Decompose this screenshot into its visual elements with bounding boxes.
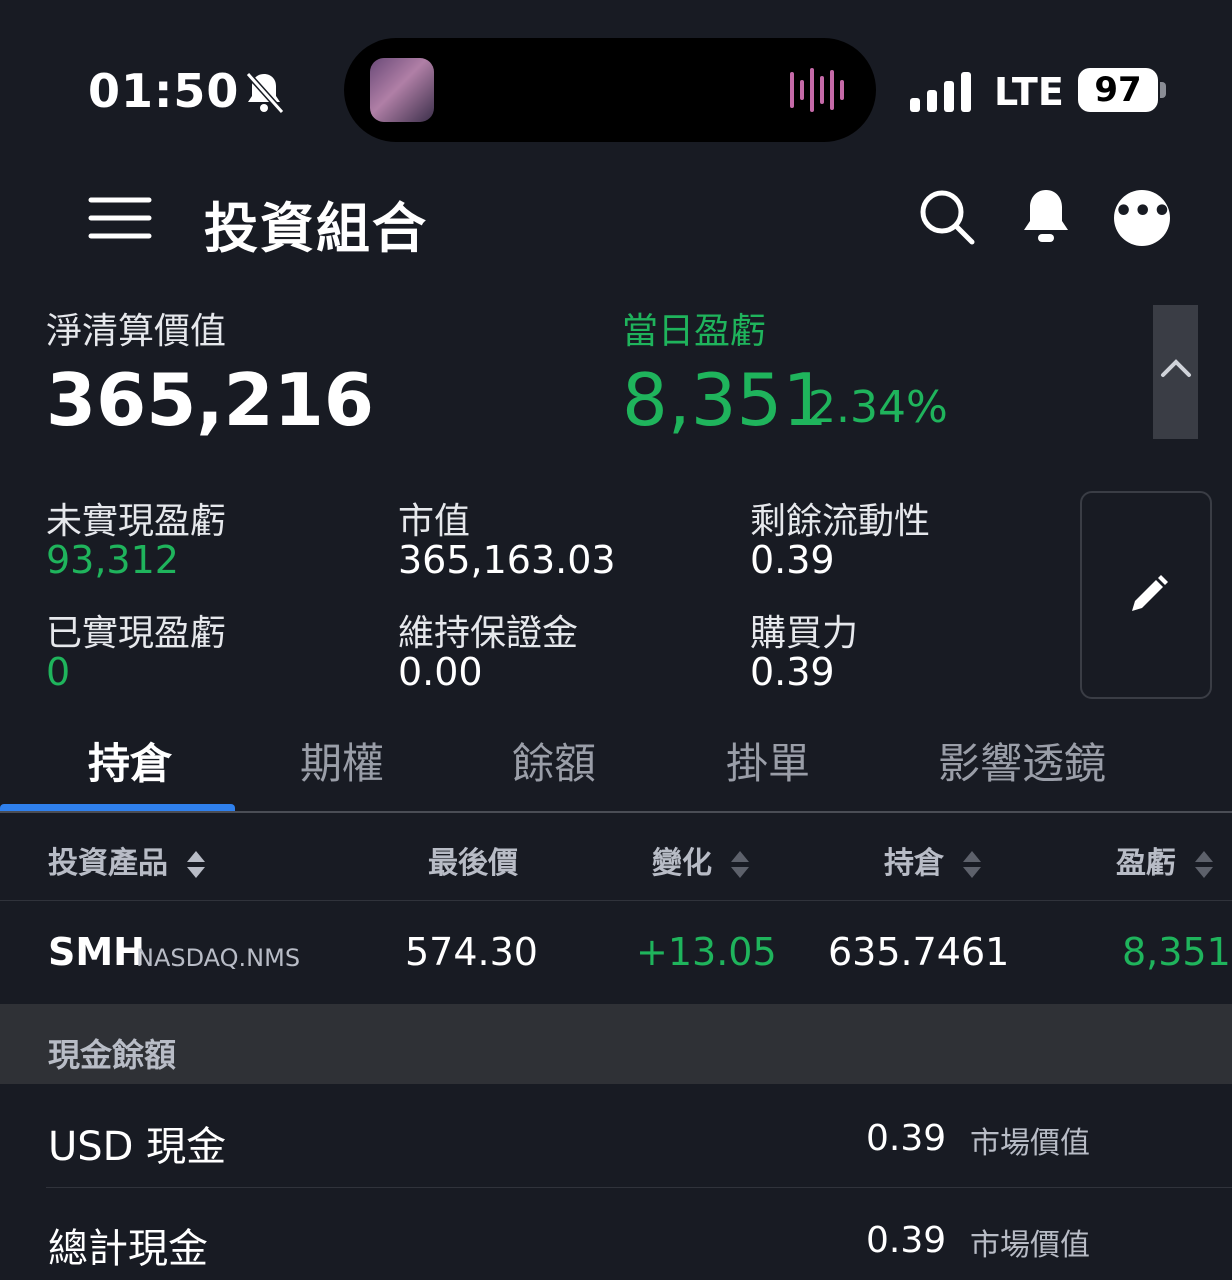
cash-section-header	[0, 1004, 1232, 1084]
market-value-label: 市值	[398, 501, 471, 542]
tabs-divider	[0, 811, 1232, 813]
unrealized-pnl-value: 93,312	[46, 538, 179, 582]
realized-pnl-value: 0	[46, 650, 71, 694]
battery-tip	[1160, 82, 1166, 98]
tab-positions[interactable]: 持倉	[88, 730, 172, 791]
cash-item-tag: 市場價值	[970, 1228, 1090, 1263]
net-liquidation-label: 淨清算價值	[46, 311, 227, 352]
excess-liquidity-label: 剩餘流動性	[750, 501, 931, 542]
maintenance-margin-label: 維持保證金	[398, 613, 579, 654]
row-change: +13.05	[636, 930, 777, 974]
battery-level: 97	[1078, 68, 1158, 112]
col-header-last-price[interactable]: 最後價	[428, 838, 518, 882]
active-tab-indicator	[0, 804, 235, 811]
header-divider	[0, 900, 1232, 901]
pencil-icon	[1132, 575, 1168, 611]
sort-icon	[187, 850, 206, 878]
row-pnl: 8,351	[1122, 930, 1231, 974]
daily-pnl-percent: 2.34%	[808, 382, 948, 433]
realized-pnl-label: 已實現盈虧	[46, 613, 227, 654]
col-header-instrument-label: 投資產品	[48, 846, 168, 881]
page-title: 投資組合	[204, 197, 428, 260]
daily-pnl-value: 8,351	[622, 358, 829, 442]
cash-divider	[46, 1187, 1232, 1188]
col-header-position[interactable]: 持倉	[884, 838, 982, 882]
more-options-icon[interactable]: •••	[1114, 190, 1172, 246]
col-header-change[interactable]: 變化	[652, 838, 750, 882]
tab-balances[interactable]: 餘額	[512, 730, 596, 791]
col-header-instrument[interactable]: 投資產品	[48, 838, 206, 882]
menu-icon[interactable]	[88, 196, 152, 240]
cash-item-label: 總計現金	[48, 1226, 208, 1272]
tab-orders[interactable]: 掛單	[726, 730, 810, 791]
row-exchange: NASDAQ.NMS	[136, 944, 301, 972]
sort-icon	[731, 850, 750, 878]
edit-button[interactable]	[1080, 491, 1212, 699]
tab-options[interactable]: 期權	[300, 730, 384, 791]
cash-item-value: 0.39	[866, 1118, 947, 1159]
bell-muted-icon	[245, 71, 285, 115]
dynamic-island[interactable]	[344, 38, 876, 142]
market-value-value: 365,163.03	[398, 538, 616, 582]
col-header-pnl-label: 盈虧	[1116, 846, 1176, 881]
sort-icon	[1195, 850, 1214, 878]
unrealized-pnl-label: 未實現盈虧	[46, 501, 227, 542]
signal-icon	[910, 72, 971, 112]
col-header-pnl[interactable]: 盈虧	[1116, 838, 1214, 882]
row-last-price: 574.30	[405, 930, 538, 974]
tab-impact-lens[interactable]: 影響透鏡	[938, 730, 1106, 791]
daily-pnl-label: 當日盈虧	[622, 311, 767, 352]
audio-wave-icon	[790, 68, 844, 112]
cash-section-title: 現金餘額	[48, 1036, 177, 1074]
search-icon[interactable]	[918, 188, 976, 246]
network-type: LTE	[994, 70, 1064, 114]
media-thumbnail	[370, 58, 434, 122]
col-header-position-label: 持倉	[884, 846, 944, 881]
status-time: 01:50	[88, 64, 240, 118]
collapse-button[interactable]	[1153, 305, 1198, 439]
notification-bell-icon[interactable]	[1018, 186, 1074, 246]
cash-item-tag: 市場價值	[970, 1126, 1090, 1161]
row-position: 635.7461	[828, 930, 1010, 974]
sort-icon	[963, 850, 982, 878]
cash-item-label: USD 現金	[48, 1124, 227, 1170]
col-header-change-label: 變化	[652, 846, 712, 881]
buying-power-label: 購買力	[750, 613, 859, 654]
chevron-up-icon	[1161, 359, 1191, 377]
row-symbol: SMH	[48, 930, 145, 974]
excess-liquidity-value: 0.39	[750, 538, 835, 582]
maintenance-margin-value: 0.00	[398, 650, 483, 694]
cash-item-value: 0.39	[866, 1220, 947, 1261]
net-liquidation-value: 365,216	[46, 358, 374, 442]
buying-power-value: 0.39	[750, 650, 835, 694]
